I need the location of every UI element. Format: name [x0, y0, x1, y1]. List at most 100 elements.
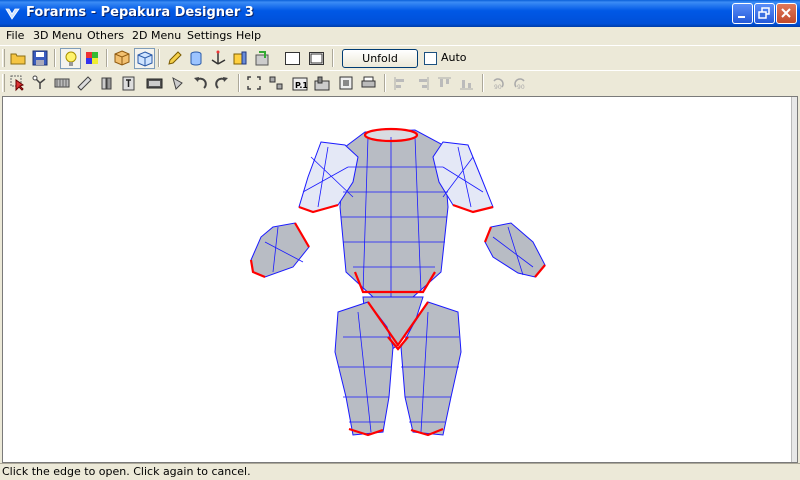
floppy-disk-icon: [32, 50, 48, 66]
main-toolbar: Unfold Auto: [0, 45, 800, 70]
close-button[interactable]: [776, 3, 797, 24]
print-preview-button[interactable]: [336, 73, 357, 94]
axis-icon: [211, 50, 226, 65]
cylinder-button[interactable]: [186, 48, 207, 69]
menu-others[interactable]: Others: [85, 28, 126, 43]
rotate-90-left-button[interactable]: 90: [488, 73, 509, 94]
align-left-button[interactable]: [390, 73, 411, 94]
align-top-button[interactable]: [434, 73, 455, 94]
print-button[interactable]: [358, 73, 379, 94]
print-preview-icon: [339, 76, 353, 90]
align-right-button[interactable]: [412, 73, 433, 94]
svg-text:P.1: P.1: [295, 81, 308, 90]
status-bar: Click the edge to open. Click again to c…: [0, 463, 800, 480]
redo-button[interactable]: [212, 73, 233, 94]
page-number-button[interactable]: P.1: [290, 73, 311, 94]
move-tool-icon: [32, 75, 46, 89]
open-button[interactable]: [8, 48, 29, 69]
menu-help[interactable]: Help: [234, 28, 263, 43]
select-arrow-icon: [10, 75, 25, 92]
menu-3d[interactable]: 3D Menu: [31, 28, 84, 43]
toolbar-separator: [238, 74, 240, 92]
color-cube-icon: [86, 52, 98, 64]
pages-button[interactable]: [312, 73, 333, 94]
pepakura-app-icon[interactable]: [5, 6, 20, 21]
close-icon: [781, 8, 791, 18]
window-title: Forarms - Pepakura Designer 3: [26, 5, 254, 20]
frame-button[interactable]: [244, 73, 265, 94]
edge-join-icon: [101, 77, 112, 90]
scale-icon: [233, 51, 247, 65]
maximize-button[interactable]: [754, 3, 775, 24]
pencil-icon: [168, 51, 182, 65]
toolbar-separator: [106, 49, 108, 67]
move-button[interactable]: [30, 73, 51, 94]
toolbar-separator: [332, 49, 334, 67]
auto-label: Auto: [441, 51, 467, 64]
restore-icon: [758, 7, 770, 19]
scale-button[interactable]: [230, 48, 251, 69]
toolbar-separator: [158, 49, 160, 67]
image-button[interactable]: [144, 73, 165, 94]
armor-model-3d[interactable]: [3, 97, 793, 462]
toolbar-grip[interactable]: [2, 74, 5, 92]
cylinder-icon: [190, 51, 202, 66]
toolbar-grip[interactable]: [2, 49, 5, 67]
flap-icon: [54, 78, 70, 88]
menu-settings[interactable]: Settings: [185, 28, 234, 43]
save-button[interactable]: [30, 48, 51, 69]
split-view-button[interactable]: [306, 48, 327, 69]
toolbar-separator: [54, 49, 56, 67]
text-button[interactable]: [118, 73, 139, 94]
wire-view-button[interactable]: [134, 48, 155, 69]
minimize-button[interactable]: [732, 3, 753, 24]
svg-text:90: 90: [517, 84, 525, 91]
texture-button[interactable]: [82, 48, 103, 69]
page-number-icon: P.1: [292, 77, 308, 91]
viewport-scrollbar[interactable]: [791, 97, 797, 462]
flap-button[interactable]: [52, 73, 73, 94]
light-button[interactable]: [60, 48, 81, 69]
axis-button[interactable]: [208, 48, 229, 69]
frame-corners-icon: [247, 76, 261, 90]
light-bulb-icon: [65, 51, 77, 66]
pages-icon: [314, 76, 330, 91]
select-button[interactable]: [8, 73, 29, 94]
svg-text:90: 90: [494, 84, 502, 91]
image-icon: [146, 78, 163, 89]
join-button[interactable]: [252, 48, 273, 69]
title-bar: Forarms - Pepakura Designer 3: [0, 0, 800, 27]
join-faces-icon: [255, 51, 269, 66]
rotate-90-right-button[interactable]: 90: [510, 73, 531, 94]
ruler-button[interactable]: [74, 73, 95, 94]
arrange-button[interactable]: [266, 73, 287, 94]
align-bottom-icon: [460, 80, 473, 90]
edge-join-button[interactable]: [96, 73, 117, 94]
single-view-button[interactable]: [282, 48, 303, 69]
rotate-90-right-icon: 90: [514, 78, 525, 91]
menu-file[interactable]: File: [4, 28, 26, 43]
solid-view-button[interactable]: [112, 48, 133, 69]
align-left-icon: [394, 77, 404, 90]
text-box-icon: [122, 76, 135, 91]
toolbar-separator: [384, 74, 386, 92]
wire-cube-icon: [137, 51, 153, 67]
printer-icon: [361, 76, 376, 88]
menu-2d[interactable]: 2D Menu: [130, 28, 183, 43]
rotate-part-button[interactable]: [168, 73, 189, 94]
arrange-icon: [269, 76, 283, 90]
rotate-90-left-icon: 90: [493, 78, 504, 91]
undo-button[interactable]: [190, 73, 211, 94]
status-message: Click the edge to open. Click again to c…: [2, 465, 251, 478]
minimize-icon: [738, 16, 745, 18]
ruler-icon: [77, 76, 92, 91]
auto-checkbox[interactable]: [424, 52, 437, 65]
menu-bar: File 3D Menu Others 2D Menu Settings Hel…: [0, 27, 800, 44]
3d-viewport[interactable]: [2, 96, 798, 463]
solid-cube-icon: [114, 50, 130, 66]
redo-arrow-icon: [215, 77, 228, 89]
align-bottom-button[interactable]: [456, 73, 477, 94]
edit-button[interactable]: [164, 48, 185, 69]
unfold-button[interactable]: Unfold: [342, 49, 418, 68]
edit-toolbar: P.1 90 90: [0, 70, 800, 95]
